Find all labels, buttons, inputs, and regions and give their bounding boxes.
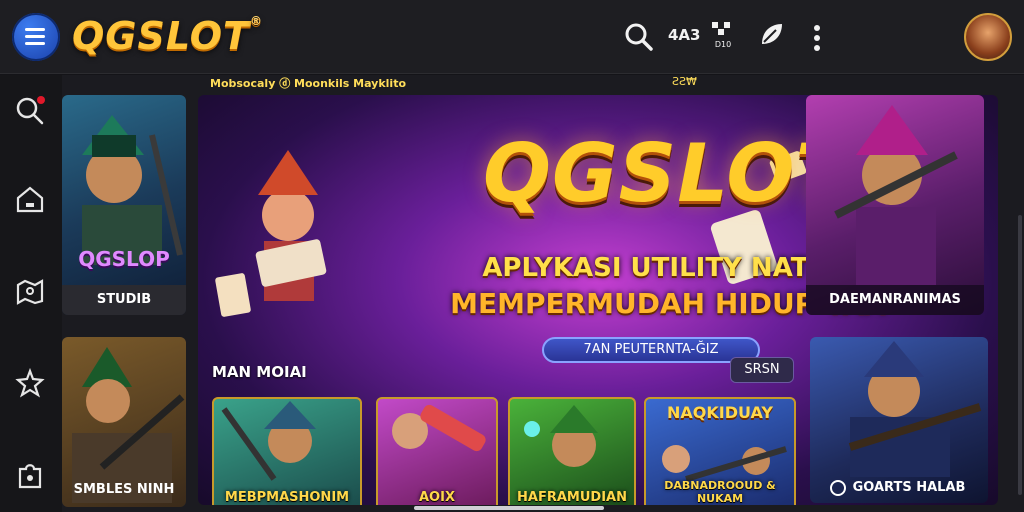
game-card[interactable]: SMBLES NINH xyxy=(62,337,186,507)
section-title: MAN MOIAI xyxy=(212,363,307,381)
card-label: GOARTS HALAB xyxy=(852,480,966,495)
game-label: DABNADROOUD & NUKAM xyxy=(664,479,776,505)
app-logo[interactable]: QGSLOT® xyxy=(72,14,263,58)
card-label-bar: STUDIB xyxy=(62,285,186,315)
promo-strip: Mobsocaly ⓓ Moonkils Mayklito xyxy=(210,77,407,90)
search-icon[interactable] xyxy=(624,22,654,56)
game-card[interactable]: QGSLOP STUDIB xyxy=(62,95,186,315)
avatar[interactable] xyxy=(964,13,1012,61)
game-card[interactable]: DAEMANRANIMAS xyxy=(806,95,984,315)
game-label: HAFRAMUDIAN xyxy=(517,490,627,505)
hero-cta-button[interactable]: 7AN PEUTERNTA-ĞIZ xyxy=(542,337,760,363)
text-size-icon[interactable]: 4A3 xyxy=(668,26,700,44)
game-art xyxy=(524,405,598,467)
app-title: QGSLOT xyxy=(72,14,250,58)
qr-icon[interactable]: D10 xyxy=(710,20,736,52)
top-bar: QGSLOT® 4A3 D10 xyxy=(0,0,1024,74)
warrior-illustration xyxy=(82,115,183,265)
scrollbar[interactable] xyxy=(1018,215,1022,495)
game-tile[interactable]: AOIX xyxy=(376,397,498,505)
sidebar xyxy=(0,75,62,512)
search-icon[interactable] xyxy=(14,95,46,127)
game-tile[interactable]: MEBPMASHONIM xyxy=(212,397,362,505)
see-all-button[interactable]: SRSN xyxy=(730,357,794,383)
text-size-label: 4A3 xyxy=(668,26,701,44)
game-art xyxy=(392,404,486,452)
leaf-icon[interactable] xyxy=(756,20,786,54)
card-label: STUDIB xyxy=(96,292,152,307)
qr-label: D10 xyxy=(714,40,732,49)
game-tile[interactable]: NAQKIDUAY DABNADROOUD & NUKAM xyxy=(644,397,796,505)
game-tile[interactable]: HAFRAMUDIAN xyxy=(508,397,636,505)
card-title: QGSLOP xyxy=(78,247,170,271)
home-indicator[interactable] xyxy=(414,506,604,510)
star-icon[interactable] xyxy=(14,367,46,399)
main-content: Mobsocaly ⓓ Moonkils Mayklito ƧƧ₩ QGSLOP… xyxy=(62,75,1024,512)
card-label: SMBLES NINH xyxy=(73,482,175,497)
card-label: DAEMANRANIMAS xyxy=(829,292,961,307)
home-icon[interactable] xyxy=(14,183,46,215)
warrior-illustration xyxy=(834,105,958,285)
game-label: MEBPMASHONIM xyxy=(224,490,350,505)
game-card[interactable]: GOARTS HALAB xyxy=(810,337,988,503)
promo-strip-right: ƧƧ₩ xyxy=(672,75,697,88)
puzzle-icon[interactable] xyxy=(14,459,46,491)
trademark: ® xyxy=(249,14,263,28)
map-icon[interactable] xyxy=(14,275,46,307)
game-label: AOIX xyxy=(419,490,455,505)
hero-title: QGSLOT xyxy=(483,127,851,220)
warrior-illustration xyxy=(848,341,982,477)
game-art xyxy=(221,401,316,481)
more-vertical-icon[interactable] xyxy=(812,24,822,56)
card-label-bar: GOARTS HALAB xyxy=(810,473,988,503)
menu-button[interactable] xyxy=(12,13,60,61)
card-label-bar: DAEMANRANIMAS xyxy=(806,285,984,315)
